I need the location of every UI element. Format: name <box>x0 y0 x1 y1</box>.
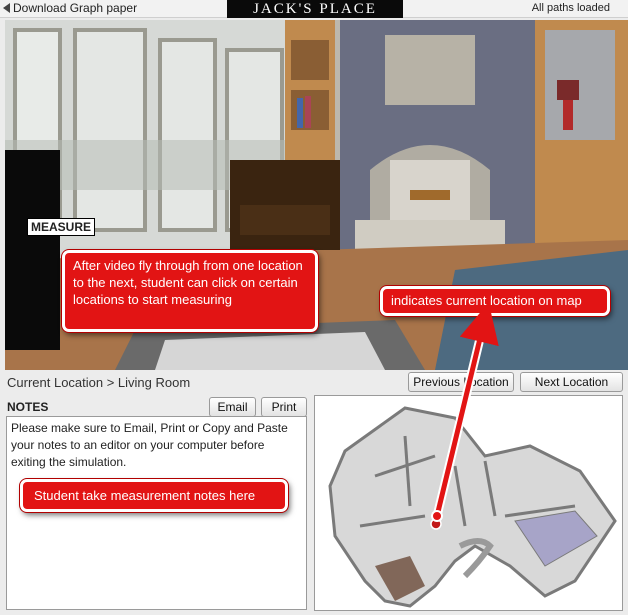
floor-plan-illustration <box>328 406 617 608</box>
callout-current-location: indicates current location on map <box>380 286 610 316</box>
floor-plan-map[interactable] <box>314 395 623 611</box>
print-button[interactable]: Print <box>261 397 307 417</box>
download-graph-paper-label: Download Graph paper <box>13 1 138 15</box>
location-bar: Current Location > Living Room Previous … <box>5 372 628 394</box>
top-bar: Download Graph paper JACK'S PLACE All pa… <box>0 0 628 18</box>
triangle-left-icon <box>3 3 10 13</box>
notes-header: NOTES Email Print <box>7 397 307 417</box>
current-location-breadcrumb: Current Location > Living Room <box>7 375 191 390</box>
brand-logo: JACK'S PLACE <box>227 0 403 18</box>
paths-status: All paths loaded <box>531 2 610 14</box>
previous-location-button[interactable]: Previous Location <box>408 372 514 392</box>
notes-title: NOTES <box>7 400 49 414</box>
callout-notes: Student take measurement notes here <box>20 479 288 512</box>
email-button[interactable]: Email <box>209 397 256 417</box>
location-marker-icon <box>430 518 442 530</box>
callout-flythrough: After video fly through from one locatio… <box>62 250 318 332</box>
measure-label[interactable]: MEASURE <box>27 218 96 236</box>
next-location-button[interactable]: Next Location <box>520 372 623 392</box>
download-graph-paper-link[interactable]: Download Graph paper <box>3 1 137 15</box>
notes-textarea[interactable]: Please make sure to Email, Print or Copy… <box>6 416 307 610</box>
